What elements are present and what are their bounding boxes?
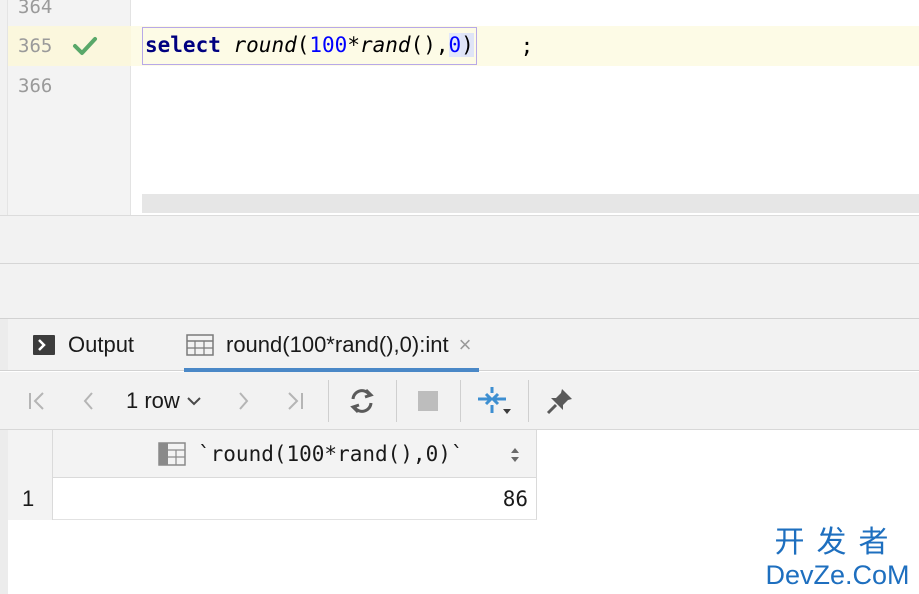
operator: * xyxy=(347,33,360,57)
table-row[interactable]: 1 86 xyxy=(8,478,537,520)
watermark-top: 开发者 xyxy=(774,525,901,560)
row-number: 1 xyxy=(8,478,53,520)
compare-results-button[interactable] xyxy=(476,386,514,416)
toolbar-separator xyxy=(528,380,529,422)
tabs-left-edge xyxy=(0,319,8,370)
sort-icon[interactable] xyxy=(508,445,522,465)
line-number-current: 365 xyxy=(18,35,53,57)
first-page-button[interactable] xyxy=(22,386,52,416)
toolbar-separator xyxy=(328,380,329,422)
editor-status-strip xyxy=(0,215,919,263)
refresh-button[interactable] xyxy=(345,386,379,416)
row-number-header xyxy=(8,430,53,478)
console-icon xyxy=(33,335,55,355)
panel-splitter[interactable] xyxy=(0,263,919,318)
editor-left-edge xyxy=(0,0,8,215)
chevron-left-icon xyxy=(83,392,93,410)
grid-left-edge xyxy=(0,430,8,594)
sql-statement[interactable]: select round(100*rand(),0) xyxy=(142,27,477,65)
column-header-label: `round(100*rand(),0)` xyxy=(198,442,464,466)
refresh-icon xyxy=(350,388,374,414)
comma: , xyxy=(435,33,449,57)
column-icon xyxy=(158,442,186,466)
tab-result-label: round(100*rand(),0):int xyxy=(226,332,449,357)
line-number: 366 xyxy=(18,75,53,97)
code-editor[interactable]: 364 365 366 select round(100*rand(),0) ; xyxy=(0,0,919,215)
table-cell[interactable]: 86 xyxy=(503,478,528,520)
table-icon xyxy=(186,334,214,356)
toolbar-separator xyxy=(460,380,461,422)
previous-page-button[interactable] xyxy=(74,386,104,416)
sql-keyword: select xyxy=(145,33,221,57)
last-page-icon xyxy=(288,392,303,410)
watermark-logo: 开发者 DevZe.CoM xyxy=(760,525,915,591)
tab-output[interactable]: Output xyxy=(32,319,134,371)
number-literal: 0 xyxy=(448,33,462,57)
compare-arrows-icon xyxy=(478,387,511,414)
tab-output-label: Output xyxy=(68,332,135,357)
chevron-down-icon xyxy=(187,397,201,406)
last-page-button[interactable] xyxy=(280,386,310,416)
watermark-bottom: DevZe.CoM xyxy=(765,560,910,590)
next-page-button[interactable] xyxy=(228,386,258,416)
close-paren: ) xyxy=(461,33,474,57)
column-header[interactable]: `round(100*rand(),0)` xyxy=(158,430,464,478)
tab-result[interactable]: round(100*rand(),0):int × xyxy=(184,319,485,372)
gutter-current-line: 365 xyxy=(8,26,131,66)
horizontal-scrollbar[interactable] xyxy=(142,194,919,213)
toolbar-separator xyxy=(396,380,397,422)
function-name: round xyxy=(233,33,297,57)
chevron-right-icon xyxy=(239,392,249,410)
grid-header: `round(100*rand(),0)` xyxy=(8,430,537,478)
stop-button[interactable] xyxy=(412,386,444,416)
gutter-line: 366 xyxy=(8,66,131,106)
line-number: 364 xyxy=(18,0,53,18)
first-page-icon xyxy=(29,392,44,410)
pin-icon xyxy=(546,389,572,415)
row-count-dropdown[interactable]: 1 row xyxy=(126,386,202,416)
open-paren: ( xyxy=(296,33,310,57)
statement-terminator: ; xyxy=(508,34,534,58)
result-toolbar: 1 row xyxy=(0,372,919,430)
pin-tab-button[interactable] xyxy=(543,386,577,416)
services-tab-bar: Output round(100*rand(),0):int × xyxy=(0,318,919,372)
close-icon[interactable]: × xyxy=(459,332,472,358)
number-literal: 100 xyxy=(309,33,348,57)
stop-icon xyxy=(418,391,438,411)
check-icon xyxy=(73,37,97,55)
row-count-label: 1 row xyxy=(126,388,180,413)
call-parens: () xyxy=(410,33,436,57)
function-name: rand xyxy=(359,33,411,57)
